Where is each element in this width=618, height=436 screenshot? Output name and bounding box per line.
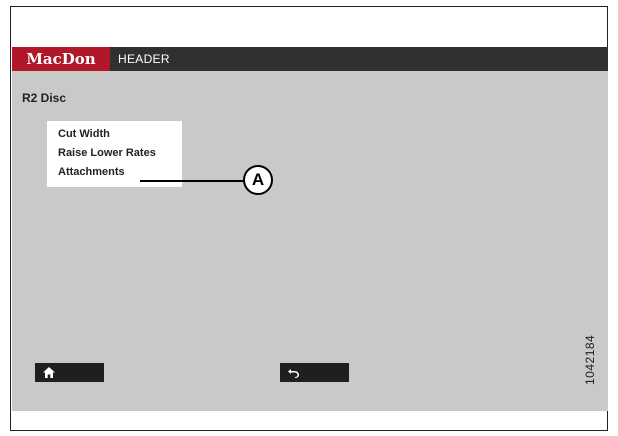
menu-item-raise-lower-rates[interactable]: Raise Lower Rates <box>47 144 182 163</box>
home-button[interactable] <box>35 363 104 382</box>
menu-list: Cut Width Raise Lower Rates Attachments <box>47 121 182 187</box>
top-bar: MacDon HEADER <box>12 47 608 71</box>
home-icon <box>43 367 55 378</box>
figure-number: 1042184 <box>583 334 597 385</box>
macdon-logo: MacDon <box>12 47 110 71</box>
callout-label: A <box>243 165 273 195</box>
back-arrow-icon <box>288 369 299 378</box>
page-title: R2 Disc <box>22 91 67 105</box>
display-screen: R2 Disc Cut Width Raise Lower Rates Atta… <box>12 71 608 411</box>
back-button[interactable] <box>280 363 349 382</box>
menu-item-cut-width[interactable]: Cut Width <box>47 125 182 144</box>
header-label: HEADER <box>118 52 170 66</box>
callout-leader-line <box>140 180 243 182</box>
figure-frame: MacDon HEADER R2 Disc Cut Width Raise Lo… <box>10 6 608 431</box>
